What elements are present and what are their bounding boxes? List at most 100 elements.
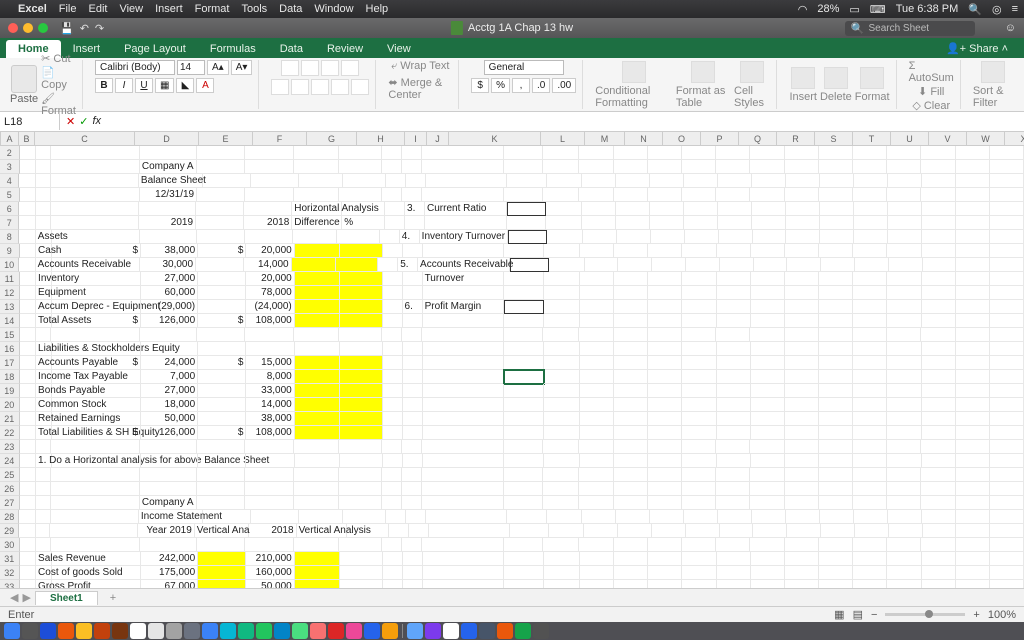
cell-F10[interactable]: 14,000 bbox=[244, 258, 292, 272]
formula-input[interactable] bbox=[107, 120, 1024, 124]
cell-A22[interactable] bbox=[20, 426, 36, 440]
cell-H5[interactable] bbox=[339, 188, 382, 202]
cell-O31[interactable] bbox=[614, 552, 648, 566]
cell-W19[interactable] bbox=[887, 384, 921, 398]
cell-Y28[interactable] bbox=[956, 510, 990, 524]
cell-G12[interactable] bbox=[295, 286, 340, 300]
view-layout-icon[interactable]: ▤ bbox=[853, 608, 863, 621]
autosum-button[interactable]: Σ AutoSum bbox=[909, 60, 954, 84]
cell-S30[interactable] bbox=[750, 538, 784, 552]
cell-N32[interactable] bbox=[580, 566, 614, 580]
cell-I32[interactable] bbox=[383, 566, 403, 580]
row-header-20[interactable]: 20 bbox=[0, 398, 20, 412]
cell-K21[interactable] bbox=[423, 412, 505, 426]
cell-Y29[interactable] bbox=[956, 524, 990, 538]
cell-H6[interactable] bbox=[342, 202, 385, 216]
cell-O32[interactable] bbox=[614, 566, 648, 580]
row-header-3[interactable]: 3 bbox=[0, 160, 20, 174]
row-header-21[interactable]: 21 bbox=[0, 412, 20, 426]
cell-Y20[interactable] bbox=[956, 398, 990, 412]
row-header-15[interactable]: 15 bbox=[0, 328, 20, 342]
cell-X19[interactable] bbox=[922, 384, 956, 398]
cell-B20[interactable]: Common Stock bbox=[36, 398, 52, 412]
currency-button[interactable]: $ bbox=[471, 78, 489, 93]
cell-G15[interactable] bbox=[294, 328, 339, 342]
share-button[interactable]: 👤+ Share ˄ bbox=[938, 39, 1016, 58]
col-header-N[interactable]: N bbox=[625, 132, 663, 145]
cell-W3[interactable] bbox=[887, 160, 921, 174]
cell-E6[interactable] bbox=[196, 202, 244, 216]
cell-E17[interactable]: $ bbox=[198, 356, 246, 370]
cell-M12[interactable] bbox=[544, 286, 580, 300]
col-header-C[interactable]: C bbox=[35, 132, 135, 145]
cell-R28[interactable] bbox=[718, 510, 752, 524]
cell-H15[interactable] bbox=[339, 328, 382, 342]
cell-L2[interactable] bbox=[504, 146, 544, 160]
cell-O25[interactable] bbox=[614, 468, 648, 482]
col-header-R[interactable]: R bbox=[777, 132, 815, 145]
cell-T27[interactable] bbox=[785, 496, 819, 510]
cell-Z6[interactable] bbox=[990, 202, 1024, 216]
notif-icon[interactable]: ≡ bbox=[1012, 3, 1018, 15]
bold-button[interactable]: B bbox=[95, 78, 113, 93]
cell-C8[interactable] bbox=[52, 230, 140, 244]
cell-V20[interactable] bbox=[853, 398, 887, 412]
cell-U9[interactable] bbox=[819, 244, 853, 258]
cell-R3[interactable] bbox=[716, 160, 750, 174]
cell-W5[interactable] bbox=[887, 188, 921, 202]
cell-M19[interactable] bbox=[544, 384, 580, 398]
row-header-2[interactable]: 2 bbox=[0, 146, 20, 160]
cell-F31[interactable]: 210,000 bbox=[246, 552, 294, 566]
cell-O9[interactable] bbox=[614, 244, 648, 258]
cell-W17[interactable] bbox=[887, 356, 921, 370]
cell-Q17[interactable] bbox=[682, 356, 716, 370]
cell-G28[interactable] bbox=[299, 510, 344, 524]
percent-button[interactable]: % bbox=[491, 78, 510, 93]
size-select[interactable]: 14 bbox=[177, 60, 205, 75]
cell-B32[interactable]: Cost of goods Sold bbox=[36, 566, 52, 580]
col-header-X[interactable]: X bbox=[1005, 132, 1024, 145]
cell-O6[interactable] bbox=[616, 202, 650, 216]
cell-N12[interactable] bbox=[580, 286, 614, 300]
cell-K12[interactable] bbox=[423, 286, 505, 300]
cell-C19[interactable] bbox=[52, 384, 141, 398]
row-header-5[interactable]: 5 bbox=[0, 188, 20, 202]
cell-C26[interactable] bbox=[51, 482, 140, 496]
cell-L30[interactable] bbox=[504, 538, 544, 552]
cell-K31[interactable] bbox=[423, 552, 505, 566]
cell-U15[interactable] bbox=[819, 328, 853, 342]
cell-T26[interactable] bbox=[785, 482, 819, 496]
cell-B30[interactable] bbox=[36, 538, 51, 552]
cell-Y5[interactable] bbox=[956, 188, 990, 202]
cell-O30[interactable] bbox=[614, 538, 648, 552]
cell-M22[interactable] bbox=[544, 426, 580, 440]
cell-Z25[interactable] bbox=[990, 468, 1024, 482]
cell-N26[interactable] bbox=[579, 482, 613, 496]
cell-O17[interactable] bbox=[614, 356, 648, 370]
cell-V14[interactable] bbox=[853, 314, 887, 328]
cell-K15[interactable] bbox=[422, 328, 504, 342]
cell-W13[interactable] bbox=[887, 300, 921, 314]
cell-W18[interactable] bbox=[887, 370, 921, 384]
cell-L6[interactable] bbox=[507, 202, 546, 216]
cell-W6[interactable] bbox=[888, 202, 922, 216]
cell-C30[interactable] bbox=[51, 538, 140, 552]
cell-P10[interactable] bbox=[652, 258, 686, 272]
dock-app11-icon[interactable] bbox=[443, 623, 459, 639]
cell-L3[interactable] bbox=[504, 160, 544, 174]
cell-A7[interactable] bbox=[19, 216, 35, 230]
redo-icon[interactable]: ↷ bbox=[95, 22, 104, 35]
cell-N21[interactable] bbox=[580, 412, 614, 426]
wifi-icon[interactable]: ◠ bbox=[798, 3, 808, 16]
cell-N16[interactable] bbox=[580, 342, 614, 356]
cell-A17[interactable] bbox=[20, 356, 36, 370]
cell-Z30[interactable] bbox=[990, 538, 1024, 552]
row-header-10[interactable]: 10 bbox=[0, 258, 19, 272]
row-header-6[interactable]: 6 bbox=[0, 202, 19, 216]
dec-decimal[interactable]: .00 bbox=[552, 78, 576, 93]
cell-S26[interactable] bbox=[750, 482, 784, 496]
cell-E24[interactable] bbox=[198, 454, 246, 468]
cell-Z7[interactable] bbox=[990, 216, 1024, 230]
cell-K3[interactable] bbox=[422, 160, 504, 174]
cell-M17[interactable] bbox=[544, 356, 580, 370]
